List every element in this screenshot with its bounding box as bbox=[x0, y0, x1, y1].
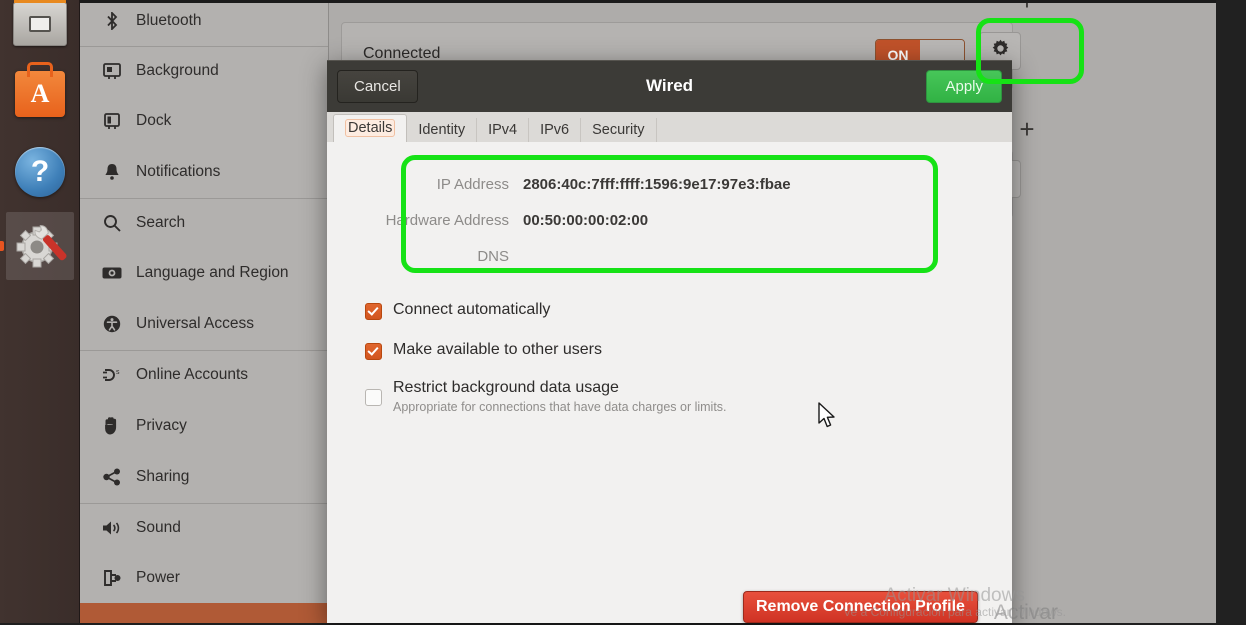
dock-item-settings[interactable] bbox=[6, 212, 74, 280]
checkbox-connect-automatically[interactable] bbox=[365, 303, 382, 320]
language-icon bbox=[102, 266, 122, 280]
sidebar-item-bluetooth[interactable]: Bluetooth bbox=[80, 0, 328, 46]
checkbox-label: Restrict background data usage bbox=[393, 379, 619, 396]
sidebar-item-sound[interactable]: Sound bbox=[80, 503, 328, 553]
online-accounts-icon: s bbox=[102, 366, 122, 384]
settings-icon bbox=[12, 218, 68, 274]
dialog-body: IP Address 2806:40c:7fff:ffff:1596:9e17:… bbox=[327, 142, 1012, 623]
universal-access-icon bbox=[102, 315, 122, 333]
tab-label: Identity bbox=[418, 122, 466, 138]
help-glyph: ? bbox=[30, 155, 50, 188]
sidebar-item-dock[interactable]: Dock bbox=[80, 96, 328, 146]
checkbox-restrict-background-data-usage[interactable] bbox=[365, 389, 382, 406]
tab-label: IPv4 bbox=[488, 122, 518, 138]
detail-key: DNS bbox=[477, 248, 509, 265]
ubuntu-software-icon: A bbox=[15, 71, 65, 117]
sidebar-item-background[interactable]: Background bbox=[80, 46, 328, 96]
sidebar-item-privacy[interactable]: Privacy bbox=[80, 401, 328, 451]
detail-value: 00:50:00:00:02:00 bbox=[523, 212, 649, 229]
watermark-line-3: Activar bbox=[993, 601, 1058, 624]
sharing-icon bbox=[102, 468, 122, 486]
checkbox-make-available-to-other-users[interactable] bbox=[365, 343, 382, 360]
search-icon bbox=[102, 214, 122, 232]
sidebar-item-label: Bluetooth bbox=[136, 12, 202, 29]
sidebar-item-label: Background bbox=[136, 62, 219, 79]
settings-sidebar: Bluetooth Background Dock Notifications bbox=[80, 0, 329, 623]
dock-icon bbox=[102, 112, 122, 130]
checkbox-sublabel: Appropriate for connections that have da… bbox=[393, 400, 727, 415]
apply-button[interactable]: Apply bbox=[926, 69, 1002, 103]
dock-item-files[interactable] bbox=[6, 0, 74, 58]
sidebar-item-label: Power bbox=[136, 569, 180, 586]
svg-text:s: s bbox=[116, 369, 120, 376]
file-manager-icon bbox=[13, 0, 67, 46]
sidebar-item-language-and-region[interactable]: Language and Region bbox=[80, 248, 328, 298]
dock-item-help[interactable]: ? bbox=[6, 138, 74, 206]
dock-item-software[interactable]: A bbox=[6, 60, 74, 128]
tab-ipv4[interactable]: IPv4 bbox=[477, 118, 530, 143]
cancel-button[interactable]: Cancel bbox=[337, 69, 418, 103]
detail-row-ip-address: IP Address 2806:40c:7fff:ffff:1596:9e17:… bbox=[349, 176, 791, 193]
sidebar-item-label: Dock bbox=[136, 112, 172, 129]
checkbox-label: Make available to other users bbox=[393, 341, 602, 358]
remove-connection-profile-button[interactable]: Remove Connection Profile bbox=[743, 591, 978, 623]
bluetooth-icon bbox=[102, 12, 122, 30]
ubuntu-software-glyph: A bbox=[30, 79, 50, 108]
wired-connection-dialog: Cancel Wired Apply Details Identity IPv4… bbox=[327, 60, 1012, 623]
tab-identity[interactable]: Identity bbox=[407, 118, 478, 143]
tab-label: Details bbox=[345, 119, 396, 137]
sidebar-item-label: Notifications bbox=[136, 163, 221, 180]
sidebar-item-universal-access[interactable]: Universal Access bbox=[80, 299, 328, 349]
detail-key: Hardware Address bbox=[385, 212, 509, 229]
sound-icon bbox=[102, 520, 122, 536]
checkbox-row-restrict-background-data-usage[interactable]: Restrict background data usage Appropria… bbox=[365, 378, 727, 414]
sidebar-item-label: Search bbox=[136, 214, 186, 231]
sidebar-item-search[interactable]: Search bbox=[80, 198, 328, 248]
sidebar-item-label: Privacy bbox=[136, 417, 187, 434]
tab-security[interactable]: Security bbox=[581, 118, 657, 143]
tab-label: IPv6 bbox=[540, 122, 570, 138]
sidebar-item-sharing[interactable]: Sharing bbox=[80, 452, 328, 502]
tab-ipv6[interactable]: IPv6 bbox=[529, 118, 582, 143]
detail-row-dns: DNS bbox=[349, 248, 523, 265]
sidebar-item-label: Language and Region bbox=[136, 264, 289, 281]
privacy-hand-icon bbox=[102, 417, 122, 435]
sidebar-item-label: Universal Access bbox=[136, 315, 255, 332]
power-icon bbox=[102, 569, 122, 587]
checkbox-row-make-available-to-other-users[interactable]: Make available to other users bbox=[365, 340, 602, 360]
window-right-edge bbox=[1216, 0, 1246, 623]
ubuntu-dock: A ? bbox=[0, 0, 80, 623]
checkbox-label: Connect automatically bbox=[393, 301, 551, 318]
sidebar-item-online-accounts[interactable]: s Online Accounts bbox=[80, 350, 328, 400]
sidebar-item-selected[interactable] bbox=[80, 603, 328, 623]
detail-key: IP Address bbox=[436, 176, 509, 193]
sidebar-item-notifications[interactable]: Notifications bbox=[80, 147, 328, 197]
detail-row-hardware-address: Hardware Address 00:50:00:00:02:00 bbox=[349, 212, 649, 229]
detail-value: 2806:40c:7fff:ffff:1596:9e17:97e3:fbae bbox=[523, 176, 791, 193]
sidebar-item-label: Online Accounts bbox=[136, 366, 249, 383]
dialog-title: Wired bbox=[645, 76, 694, 95]
dialog-tab-bar: Details Identity IPv4 IPv6 Security bbox=[327, 112, 1012, 143]
bell-icon bbox=[102, 163, 122, 181]
sidebar-item-power[interactable]: Power bbox=[80, 553, 328, 603]
tab-details[interactable]: Details bbox=[333, 114, 408, 143]
dialog-header: Cancel Wired Apply bbox=[327, 60, 1012, 112]
add-vpn-button[interactable]: + bbox=[1014, 116, 1040, 142]
sidebar-item-label: Sharing bbox=[136, 468, 190, 485]
background-icon bbox=[102, 62, 122, 80]
sidebar-item-label: Sound bbox=[136, 519, 181, 536]
tab-label: Security bbox=[592, 122, 645, 138]
window-top-edge bbox=[80, 0, 1216, 3]
help-icon: ? bbox=[15, 147, 65, 197]
checkbox-row-connect-automatically[interactable]: Connect automatically bbox=[365, 300, 550, 320]
